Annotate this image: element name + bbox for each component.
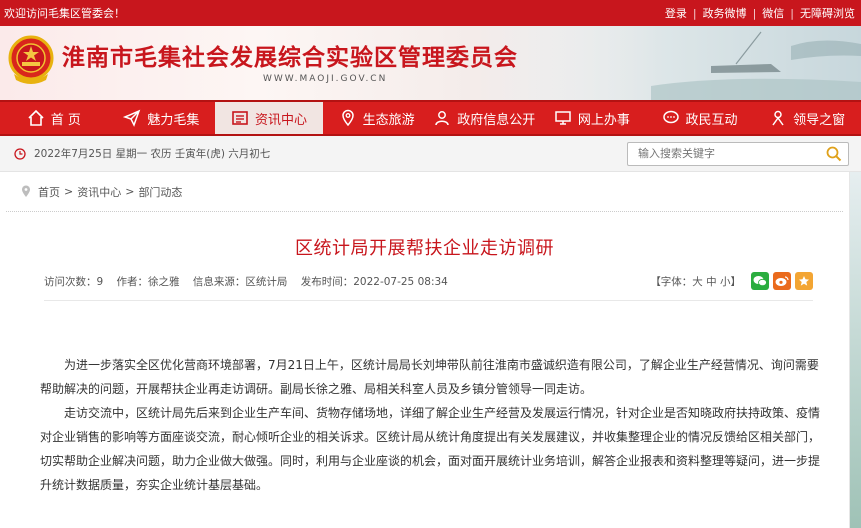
top-links: 登录 | 政务微博 | 微信 | 无障碍浏览	[664, 5, 855, 21]
nav-charm-maoji[interactable]: 魅力毛集	[108, 102, 216, 134]
breadcrumb-dept-news[interactable]: 部门动态	[138, 184, 182, 200]
nav-label: 网上办事	[577, 112, 630, 128]
nav-news-center[interactable]: 资讯中心	[215, 102, 323, 134]
site-title: 淮南市毛集社会发展综合实验区管理委员会	[62, 45, 518, 71]
search-input[interactable]	[638, 147, 808, 160]
map-pin-icon	[341, 109, 354, 127]
breadcrumb-news-center[interactable]: 资讯中心	[77, 184, 121, 200]
nav-label: 首 页	[50, 112, 81, 128]
people-icon	[435, 111, 450, 126]
article-meta: 访问次数：9 作者：徐之雅 信息来源：区统计局 发布时间：2022-07-25 …	[44, 272, 813, 301]
publish-time: 发布时间：2022-07-25 08:34	[300, 275, 448, 288]
date-display: 2022年7月25日 星期一 农历 壬寅年(虎) 六月初七	[14, 146, 270, 161]
weibo-share-icon[interactable]	[773, 272, 791, 290]
nav-label: 领导之窗	[793, 112, 846, 128]
home-icon	[28, 109, 44, 126]
chat-icon	[662, 110, 679, 124]
monitor-icon	[555, 111, 571, 125]
article-paragraph: 走访交流中，区统计局先后来到企业生产车间、货物存储场地，详细了解企业生产经营及发…	[40, 406, 821, 492]
nav-home[interactable]: 首 页	[0, 102, 108, 134]
date-search-row: 2022年7月25日 星期一 农历 壬寅年(虎) 六月初七	[0, 136, 861, 172]
search-icon[interactable]	[826, 146, 842, 162]
nav-gov-info[interactable]: 政府信息公开	[431, 102, 539, 134]
nav-label: 生态旅游	[362, 112, 415, 128]
breadcrumb: 首页 > 资讯中心 > 部门动态	[6, 172, 843, 212]
nav-label: 资讯中心	[255, 112, 308, 128]
news-icon	[232, 111, 248, 125]
font-size-switcher[interactable]: 【字体：大 中 小】	[650, 274, 741, 289]
site-url: WWW.MAOJI.GOV.CN	[263, 74, 388, 84]
main-nav: 首 页 魅力毛集 资讯中心 生态旅游 政府信息公开 网上办事 政民互动 领导之窗	[0, 100, 861, 136]
breadcrumb-home[interactable]: 首页	[38, 184, 60, 200]
date-text: 2022年7月25日 星期一 农历 壬寅年(虎) 六月初七	[34, 148, 271, 160]
article-paragraph: 为进一步落实全区优化营商环境部署，7月21日上午，区统计局局长刘坤带队前往淮南市…	[40, 358, 819, 396]
nav-label: 政民互动	[685, 112, 738, 128]
national-emblem-icon	[8, 35, 54, 84]
location-icon	[22, 185, 30, 197]
site-header: 淮南市毛集社会发展综合实验区管理委员会 WWW.MAOJI.GOV.CN	[0, 26, 861, 100]
person-icon	[772, 110, 784, 126]
top-bar: 欢迎访问毛集区管委会！ 登录 | 政务微博 | 微信 | 无障碍浏览	[0, 0, 861, 26]
login-link[interactable]: 登录	[665, 5, 687, 21]
nav-online-service[interactable]: 网上办事	[538, 102, 646, 134]
visit-count: 访问次数：9	[44, 275, 104, 288]
accessibility-link[interactable]: 无障碍浏览	[800, 5, 855, 21]
search-box	[627, 141, 849, 166]
weibo-link[interactable]: 政务微博	[703, 5, 747, 21]
decorative-scenery-right	[850, 172, 861, 528]
nav-eco-tourism[interactable]: 生态旅游	[323, 102, 431, 134]
wechat-share-icon[interactable]	[751, 272, 769, 290]
article-title: 区统计局开展帮扶企业走访调研	[295, 238, 554, 259]
welcome-text: 欢迎访问毛集区管委会！	[4, 7, 125, 20]
article-body: 为进一步落实全区优化营商环境部署，7月21日上午，区统计局局长刘坤带队前往淮南市…	[40, 353, 823, 497]
clock-icon	[14, 147, 26, 160]
author: 作者：徐之雅	[116, 275, 180, 288]
favorite-star-icon[interactable]	[795, 272, 813, 290]
info-source: 信息来源：区统计局	[192, 275, 288, 288]
nav-label: 政府信息公开	[457, 112, 536, 128]
nav-leaders[interactable]: 领导之窗	[753, 102, 861, 134]
wechat-link[interactable]: 微信	[762, 5, 784, 21]
content-panel: 首页 > 资讯中心 > 部门动态 区统计局开展帮扶企业走访调研 访问次数：9 作…	[0, 172, 850, 528]
nav-interaction[interactable]: 政民互动	[646, 102, 754, 134]
nav-label: 魅力毛集	[147, 112, 200, 128]
paper-plane-icon	[123, 109, 141, 127]
header-scenery-image	[531, 26, 861, 100]
